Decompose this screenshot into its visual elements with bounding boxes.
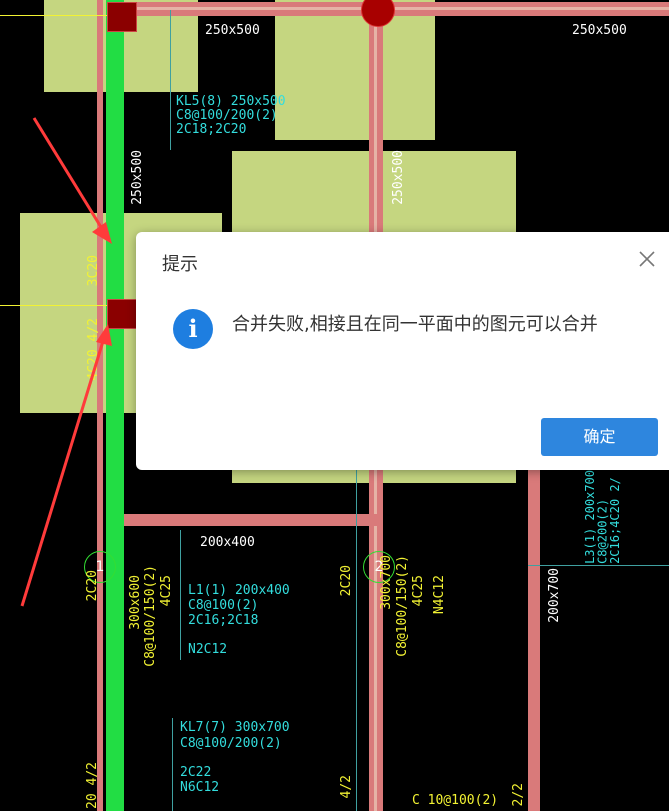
close-icon[interactable] <box>636 248 658 270</box>
arrow-lower-head <box>96 324 112 346</box>
dialog-message: 合并失败,相接且在同一平面中的图元可以合并 <box>232 314 598 335</box>
prompt-dialog: 提示 i 合并失败,相接且在同一平面中的图元可以合并 确定 <box>136 232 669 470</box>
confirm-button[interactable]: 确定 <box>541 418 658 456</box>
dialog-title: 提示 <box>162 254 198 275</box>
arrow-upper <box>32 117 106 233</box>
arrow-upper-head <box>92 222 112 244</box>
info-icon: i <box>173 309 213 349</box>
arrow-lower <box>20 337 106 607</box>
